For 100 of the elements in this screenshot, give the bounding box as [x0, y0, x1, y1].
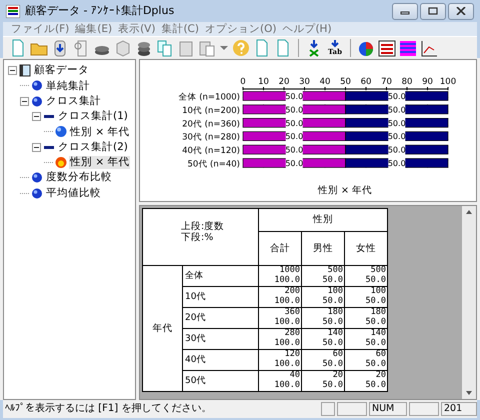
table-cell-text: 50.0: [364, 339, 386, 349]
table-cell-text: 140: [370, 329, 386, 338]
menu-item[interactable]: 編集(E): [73, 22, 116, 36]
close-icon: [456, 7, 466, 15]
close-button[interactable]: [448, 2, 474, 20]
sphere-icon: [31, 186, 43, 200]
menu-item[interactable]: ファイル(F): [9, 22, 74, 36]
table-cell-text: 50.0: [364, 318, 386, 328]
status-panel: [337, 402, 367, 416]
row-header: 50代: [182, 370, 258, 392]
row-header: 20代: [182, 308, 258, 328]
collapse-icon[interactable]: [20, 96, 29, 106]
data-label: 50.0: [285, 90, 304, 102]
table-cell-text: 100.0: [273, 276, 300, 286]
tick-label: 80: [402, 77, 412, 87]
category-label: 50代 (n=40): [188, 160, 240, 170]
table-cell-text: 120: [284, 350, 300, 360]
status-panel: [321, 402, 335, 416]
tree-item[interactable]: クロス集計(2): [57, 140, 129, 154]
data-label: 50.0: [285, 158, 304, 168]
table-cell-text: 1000: [278, 266, 300, 276]
table-cell-text: 100.0: [273, 381, 300, 391]
table-cell-text: 20: [374, 371, 386, 380]
category-label: 全体 (n=1000): [178, 92, 240, 102]
column-group-header: 性別: [258, 208, 388, 232]
data-label: 50.0: [388, 90, 406, 102]
data-label: 50.0: [388, 117, 406, 128]
table-cell-text: 100.0: [273, 360, 300, 370]
chart-title: 性別 × 年代: [318, 185, 372, 196]
tick-label: 0: [240, 77, 246, 87]
table-cell-text: 50.0: [364, 360, 386, 370]
tree-item[interactable]: クロス集計(1): [57, 110, 129, 123]
table-cell-text: 140: [326, 329, 343, 338]
table-cell-text: 20: [332, 371, 343, 380]
status-panel: [409, 402, 439, 416]
window-title: 顧客データ - ｱﾝｹｰﾄ集計Dplus: [25, 4, 174, 18]
table-cell-text: 100.0: [273, 339, 300, 349]
minimize-button[interactable]: [392, 2, 418, 20]
table-cell-text: 50.0: [322, 339, 343, 349]
category-label: 10代 (n=200): [182, 106, 240, 116]
status-panel: 201: [441, 402, 477, 416]
collapse-icon[interactable]: [32, 112, 41, 122]
table-cell-text: 100: [326, 287, 343, 296]
menu-item[interactable]: 集計(C): [159, 22, 203, 36]
collapse-icon[interactable]: [8, 66, 17, 76]
clipboard-button[interactable]: [177, 38, 195, 56]
table-cell-text: 50.0: [364, 276, 386, 286]
table-cell-text: 60: [374, 350, 386, 360]
table-cell-text: 180: [370, 308, 386, 318]
table-cell-text: 50.0: [322, 276, 343, 286]
tick-label: 50: [340, 77, 351, 87]
line-chart-button[interactable]: [420, 38, 438, 56]
data-label: 50.0: [388, 158, 406, 168]
row-header: 30代: [182, 328, 258, 350]
tree-item[interactable]: 平均値比較: [45, 186, 102, 200]
book-icon: [19, 64, 31, 78]
corner-note: 上段:度数: [181, 221, 226, 232]
maximize-button[interactable]: [420, 2, 446, 20]
tick-label: 60: [360, 77, 372, 87]
tree-item[interactable]: クロス集計: [45, 94, 102, 108]
tree-item[interactable]: 性別 × 年代: [69, 156, 130, 169]
row-header: 10代: [182, 286, 258, 308]
menu-item[interactable]: 表示(V): [116, 22, 160, 36]
tree-item[interactable]: 性別 × 年代: [69, 126, 130, 138]
menu-item[interactable]: ヘルプ(H): [280, 22, 336, 36]
category-label: 20代 (n=360): [182, 119, 240, 130]
collapse-icon[interactable]: [32, 142, 41, 152]
data-label: 50.0: [388, 144, 406, 156]
tick-label: 70: [381, 77, 392, 87]
table-cell-text: 180: [326, 308, 343, 318]
tree-item[interactable]: 度数分布比較: [45, 171, 113, 184]
table-cell-text: 50.0: [364, 381, 386, 391]
data-label: 50.0: [285, 144, 304, 156]
caret-icon: [220, 46, 228, 50]
vertical-scrollbar[interactable]: [462, 206, 476, 399]
data-label: 50.0: [388, 130, 406, 142]
category-label: 40代 (n=120): [182, 146, 240, 156]
table-cell-text: 200: [284, 287, 300, 296]
table-cell-text: 50.0: [322, 381, 343, 391]
tick-label: 10: [258, 77, 269, 87]
table-cell-text: 100.0: [273, 318, 300, 328]
table-cell-text: 500: [326, 266, 343, 276]
status-panel: NUM: [369, 402, 407, 416]
tick-label: 90: [422, 77, 433, 87]
table-cell-text: 50.0: [364, 297, 386, 307]
tree-item[interactable]: 顧客データ: [33, 64, 90, 77]
stripes-button[interactable]: [399, 38, 417, 56]
tree-item[interactable]: 単純集計: [45, 80, 91, 92]
column-header: 男性: [302, 232, 344, 266]
paste-button[interactable]: [198, 38, 216, 56]
app-icon: [6, 4, 20, 18]
menu-item[interactable]: オプション(O): [202, 22, 280, 36]
maximize-icon: [428, 7, 438, 15]
row-group-header: 年代: [142, 266, 182, 392]
column-header: 合計: [258, 232, 302, 266]
table-cell-text: 50.0: [322, 297, 343, 307]
sphere-icon: [55, 125, 67, 138]
table-cell-text: 280: [284, 329, 300, 338]
table-cell-text: 50.0: [322, 318, 343, 328]
table-button[interactable]: [378, 38, 396, 56]
